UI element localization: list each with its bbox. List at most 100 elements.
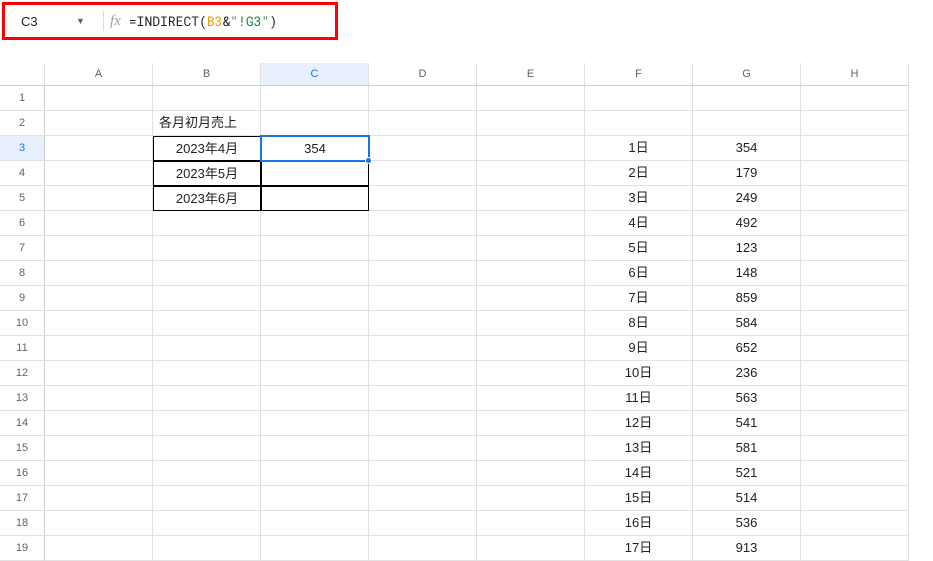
row-header-3[interactable]: 3 — [0, 136, 45, 161]
cell-D1[interactable] — [369, 86, 477, 111]
cell-A8[interactable] — [45, 261, 153, 286]
cell-D10[interactable] — [369, 311, 477, 336]
cell-F18[interactable]: 16日 — [585, 511, 693, 536]
row-header-4[interactable]: 4 — [0, 161, 45, 186]
cell-G19[interactable]: 913 — [693, 536, 801, 561]
selection-handle[interactable] — [365, 157, 372, 164]
cell-A4[interactable] — [45, 161, 153, 186]
cell-H3[interactable] — [801, 136, 909, 161]
cell-F13[interactable]: 11日 — [585, 386, 693, 411]
cell-H17[interactable] — [801, 486, 909, 511]
cell-G11[interactable]: 652 — [693, 336, 801, 361]
cell-E13[interactable] — [477, 386, 585, 411]
cell-C2[interactable] — [261, 111, 369, 136]
cell-G2[interactable] — [693, 111, 801, 136]
row-header-12[interactable]: 12 — [0, 361, 45, 386]
cell-D11[interactable] — [369, 336, 477, 361]
row-header-1[interactable]: 1 — [0, 86, 45, 111]
cell-C19[interactable] — [261, 536, 369, 561]
cell-F9[interactable]: 7日 — [585, 286, 693, 311]
cell-A11[interactable] — [45, 336, 153, 361]
cell-D9[interactable] — [369, 286, 477, 311]
cell-C4[interactable] — [261, 161, 369, 186]
cell-B11[interactable] — [153, 336, 261, 361]
cell-A10[interactable] — [45, 311, 153, 336]
cell-E1[interactable] — [477, 86, 585, 111]
col-header-E[interactable]: E — [477, 63, 585, 86]
cell-H1[interactable] — [801, 86, 909, 111]
cell-G6[interactable]: 492 — [693, 211, 801, 236]
cell-F12[interactable]: 10日 — [585, 361, 693, 386]
cell-B7[interactable] — [153, 236, 261, 261]
cell-C14[interactable] — [261, 411, 369, 436]
col-header-D[interactable]: D — [369, 63, 477, 86]
cell-D12[interactable] — [369, 361, 477, 386]
row-header-10[interactable]: 10 — [0, 311, 45, 336]
cell-H6[interactable] — [801, 211, 909, 236]
row-header-6[interactable]: 6 — [0, 211, 45, 236]
cell-A2[interactable] — [45, 111, 153, 136]
cell-D3[interactable] — [369, 136, 477, 161]
cell-A7[interactable] — [45, 236, 153, 261]
cell-G5[interactable]: 249 — [693, 186, 801, 211]
cell-E3[interactable] — [477, 136, 585, 161]
cell-F17[interactable]: 15日 — [585, 486, 693, 511]
spreadsheet-grid[interactable]: ABCDEFGH12各月初月売上32023年4月3541日35442023年5月… — [0, 63, 933, 561]
cell-H18[interactable] — [801, 511, 909, 536]
cell-B12[interactable] — [153, 361, 261, 386]
cell-B18[interactable] — [153, 511, 261, 536]
cell-H16[interactable] — [801, 461, 909, 486]
cell-C6[interactable] — [261, 211, 369, 236]
formula-input[interactable]: =INDIRECT(B3&"!G3") — [129, 12, 335, 30]
cell-H8[interactable] — [801, 261, 909, 286]
cell-F2[interactable] — [585, 111, 693, 136]
col-header-G[interactable]: G — [693, 63, 801, 86]
cell-E10[interactable] — [477, 311, 585, 336]
cell-G18[interactable]: 536 — [693, 511, 801, 536]
cell-H2[interactable] — [801, 111, 909, 136]
cell-D17[interactable] — [369, 486, 477, 511]
cell-H14[interactable] — [801, 411, 909, 436]
cell-H13[interactable] — [801, 386, 909, 411]
cell-C7[interactable] — [261, 236, 369, 261]
cell-G3[interactable]: 354 — [693, 136, 801, 161]
cell-A17[interactable] — [45, 486, 153, 511]
cell-E2[interactable] — [477, 111, 585, 136]
cell-H12[interactable] — [801, 361, 909, 386]
cell-B1[interactable] — [153, 86, 261, 111]
cell-F10[interactable]: 8日 — [585, 311, 693, 336]
cell-F6[interactable]: 4日 — [585, 211, 693, 236]
cell-D4[interactable] — [369, 161, 477, 186]
cell-B5[interactable]: 2023年6月 — [153, 186, 261, 211]
cell-G4[interactable]: 179 — [693, 161, 801, 186]
cell-A18[interactable] — [45, 511, 153, 536]
cell-F1[interactable] — [585, 86, 693, 111]
cell-G1[interactable] — [693, 86, 801, 111]
cell-D13[interactable] — [369, 386, 477, 411]
cell-H5[interactable] — [801, 186, 909, 211]
row-header-18[interactable]: 18 — [0, 511, 45, 536]
row-header-19[interactable]: 19 — [0, 536, 45, 561]
cell-D19[interactable] — [369, 536, 477, 561]
cell-E15[interactable] — [477, 436, 585, 461]
cell-G14[interactable]: 541 — [693, 411, 801, 436]
cell-G17[interactable]: 514 — [693, 486, 801, 511]
cell-D8[interactable] — [369, 261, 477, 286]
cell-E19[interactable] — [477, 536, 585, 561]
cell-B3[interactable]: 2023年4月 — [153, 136, 261, 161]
cell-E8[interactable] — [477, 261, 585, 286]
cell-G10[interactable]: 584 — [693, 311, 801, 336]
row-header-15[interactable]: 15 — [0, 436, 45, 461]
cell-B16[interactable] — [153, 461, 261, 486]
cell-G9[interactable]: 859 — [693, 286, 801, 311]
cell-E11[interactable] — [477, 336, 585, 361]
cell-E6[interactable] — [477, 211, 585, 236]
row-header-11[interactable]: 11 — [0, 336, 45, 361]
row-header-2[interactable]: 2 — [0, 111, 45, 136]
cell-B14[interactable] — [153, 411, 261, 436]
select-all-corner[interactable] — [0, 63, 45, 86]
cell-C1[interactable] — [261, 86, 369, 111]
cell-E5[interactable] — [477, 186, 585, 211]
col-header-A[interactable]: A — [45, 63, 153, 86]
cell-B15[interactable] — [153, 436, 261, 461]
